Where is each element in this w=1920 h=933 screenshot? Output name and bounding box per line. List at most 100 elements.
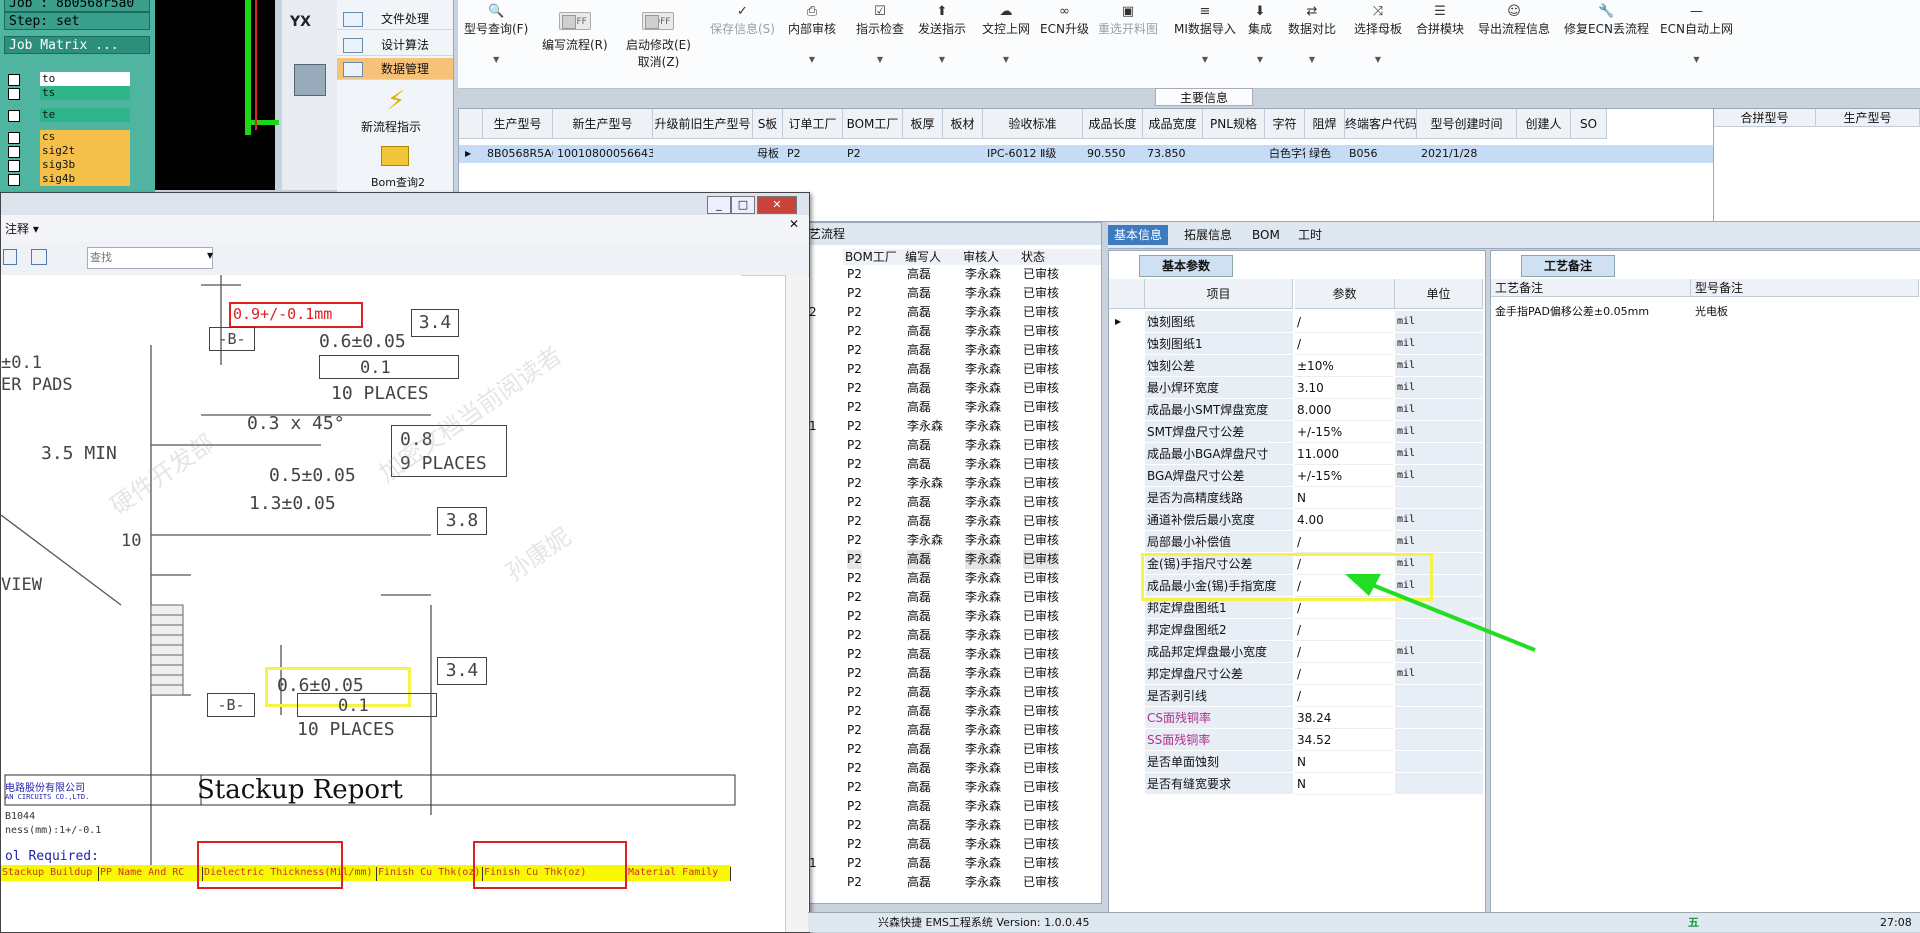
minimize-button[interactable]: _ bbox=[707, 196, 731, 214]
grid-header[interactable]: 生产型号 bbox=[483, 109, 553, 139]
panel-close-icon[interactable]: ✕ bbox=[789, 217, 799, 231]
param-value[interactable]: 38.24 bbox=[1295, 707, 1393, 729]
layer-checkbox[interactable] bbox=[8, 74, 20, 86]
approval-cell[interactable]: 高磊 bbox=[907, 702, 931, 721]
param-value[interactable]: +/-15% bbox=[1295, 421, 1393, 443]
param-row[interactable]: 蚀刻公差 ±10% mil bbox=[1109, 355, 1485, 377]
nav-data-management[interactable]: 数据管理 bbox=[337, 58, 453, 80]
layer-checkbox[interactable] bbox=[8, 110, 20, 122]
approval-header[interactable]: BOM工厂 bbox=[843, 249, 906, 265]
param-value[interactable]: 4.00 bbox=[1295, 509, 1393, 531]
approval-cell[interactable]: P2 bbox=[847, 512, 862, 531]
toolbar-button[interactable]: ⬇ 集成 ▼ bbox=[1248, 4, 1272, 64]
approval-cell[interactable]: 李永森 bbox=[965, 379, 1001, 398]
approval-cell[interactable]: 已审核 bbox=[1023, 531, 1059, 550]
approval-cell[interactable]: 已审核 bbox=[1023, 398, 1059, 417]
grid-cell[interactable] bbox=[907, 145, 943, 163]
param-value[interactable]: / bbox=[1295, 531, 1393, 553]
approval-cell[interactable]: 高磊 bbox=[907, 284, 931, 303]
approval-cell[interactable]: 高磊 bbox=[907, 512, 931, 531]
viewer-scrollbar[interactable] bbox=[785, 275, 808, 932]
approval-cell[interactable]: P2 bbox=[847, 531, 862, 550]
approval-cell[interactable]: 李永森 bbox=[965, 664, 1001, 683]
grid-cell[interactable]: 2021/1/28 bbox=[1421, 145, 1517, 163]
yx-logo[interactable]: YX bbox=[290, 14, 330, 44]
chevron-down-icon[interactable]: ▼ bbox=[856, 55, 904, 64]
approval-cell[interactable]: 高磊 bbox=[907, 322, 931, 341]
param-value[interactable]: ±10% bbox=[1295, 355, 1393, 377]
grid-cell[interactable]: 10010800056643 bbox=[557, 145, 653, 163]
viewer-titlebar[interactable]: _ □ ✕ bbox=[1, 193, 809, 216]
approval-cell[interactable]: 已审核 bbox=[1023, 550, 1060, 569]
merge-header[interactable]: 生产型号 bbox=[1816, 109, 1920, 127]
approval-cell[interactable]: 李永森 bbox=[965, 322, 1001, 341]
approval-cell[interactable]: P2 bbox=[847, 816, 862, 835]
approval-cell[interactable]: 李永森 bbox=[965, 284, 1001, 303]
approval-cell[interactable]: 高磊 bbox=[907, 493, 931, 512]
param-row[interactable]: 是否有缝宽要求 N bbox=[1109, 773, 1485, 795]
param-value[interactable]: 8.000 bbox=[1295, 399, 1393, 421]
toolbar-button[interactable]: ⤨ 选择母板 ▼ bbox=[1354, 4, 1402, 64]
grid-header[interactable]: 验收标准 bbox=[983, 109, 1083, 139]
chevron-down-icon[interactable]: ▼ bbox=[788, 55, 836, 64]
chevron-down-icon[interactable]: ▼ bbox=[207, 251, 213, 260]
approval-cell[interactable]: 已审核 bbox=[1023, 455, 1059, 474]
approval-cell[interactable]: 李永森 bbox=[965, 626, 1001, 645]
approval-tab[interactable]: 艺流程 bbox=[809, 223, 1101, 245]
grid-cell[interactable]: 母板 bbox=[757, 145, 783, 163]
param-value[interactable]: / bbox=[1295, 333, 1393, 355]
layer-checkbox[interactable] bbox=[8, 160, 20, 172]
approval-cell[interactable]: P2 bbox=[847, 721, 862, 740]
grid-header[interactable]: 成品长度 bbox=[1083, 109, 1143, 139]
layer-row[interactable]: cs bbox=[8, 130, 130, 144]
toolbar-button[interactable]: 🔍 型号查询(F) ▼ bbox=[464, 4, 528, 64]
grid-cell[interactable]: 白色字符 bbox=[1269, 145, 1305, 163]
grid-cell[interactable] bbox=[947, 145, 983, 163]
approval-cell[interactable]: 李永森 bbox=[965, 398, 1001, 417]
model-remark-value[interactable]: 光电板 bbox=[1695, 303, 1728, 319]
approval-cell[interactable]: 李永森 bbox=[965, 778, 1001, 797]
approval-header[interactable]: 状态 bbox=[1019, 249, 1101, 265]
approval-cell[interactable]: P2 bbox=[847, 284, 862, 303]
approval-cell[interactable]: 已审核 bbox=[1023, 436, 1059, 455]
approval-cell[interactable]: 已审核 bbox=[1023, 588, 1059, 607]
approval-cell[interactable]: 高磊 bbox=[907, 835, 931, 854]
approval-cell[interactable]: 高磊 bbox=[907, 816, 931, 835]
param-row[interactable]: 邦定焊盘尺寸公差 / mil bbox=[1109, 663, 1485, 685]
param-row[interactable]: 是否单面蚀刻 N bbox=[1109, 751, 1485, 773]
param-value[interactable]: / bbox=[1295, 311, 1393, 333]
approval-cell[interactable]: P2 bbox=[847, 455, 862, 474]
detail-tab[interactable]: BOM bbox=[1246, 225, 1286, 245]
approval-cell[interactable]: P2 bbox=[847, 493, 862, 512]
approval-cell[interactable]: 李永森 bbox=[965, 702, 1001, 721]
approval-cell[interactable]: P2 bbox=[847, 550, 862, 569]
approval-cell[interactable]: 高磊 bbox=[907, 379, 931, 398]
grid-header[interactable]: 终端客户代码 bbox=[1345, 109, 1417, 139]
layer-checkbox[interactable] bbox=[8, 132, 20, 144]
param-row[interactable]: 最小焊环宽度 3.10 mil bbox=[1109, 377, 1485, 399]
approval-cell[interactable]: P2 bbox=[847, 873, 862, 892]
approval-cell[interactable]: 李永森 bbox=[965, 455, 1001, 474]
approval-cell[interactable]: 已审核 bbox=[1023, 569, 1059, 588]
toolbar-button[interactable]: — ECN自动上网 ▼ bbox=[1660, 4, 1733, 64]
approval-cell[interactable]: 李永森 bbox=[965, 341, 1001, 360]
open-folder-icon[interactable] bbox=[381, 146, 409, 166]
detail-tab[interactable]: 工时 bbox=[1292, 225, 1328, 245]
approval-cell[interactable]: 李永森 bbox=[965, 550, 1002, 569]
approval-cell[interactable]: 高磊 bbox=[907, 645, 931, 664]
param-value[interactable]: 34.52 bbox=[1295, 729, 1393, 751]
approval-cell[interactable]: 已审核 bbox=[1023, 341, 1059, 360]
layer-row[interactable]: te bbox=[8, 108, 130, 122]
grid-header[interactable]: 字符 bbox=[1265, 109, 1305, 139]
approval-cell[interactable]: 高磊 bbox=[907, 588, 931, 607]
chevron-down-icon[interactable]: ▼ bbox=[1288, 55, 1336, 64]
grid-cell[interactable]: P2 bbox=[787, 145, 843, 163]
approval-cell[interactable]: 已审核 bbox=[1023, 493, 1059, 512]
approval-cell[interactable]: 高磊 bbox=[907, 550, 932, 569]
toggle-switch[interactable]: OFF bbox=[642, 12, 675, 30]
document-page[interactable]: 0.9+/-0.1mm 3.4 -B- 0.6±0.05 0.1 10 PLAC… bbox=[1, 275, 741, 932]
approval-cell[interactable]: 高磊 bbox=[907, 360, 931, 379]
grid-header[interactable]: S板 bbox=[753, 109, 783, 139]
detail-tab[interactable]: 基本信息 bbox=[1108, 225, 1169, 245]
chevron-down-icon[interactable]: ▼ bbox=[464, 55, 528, 64]
